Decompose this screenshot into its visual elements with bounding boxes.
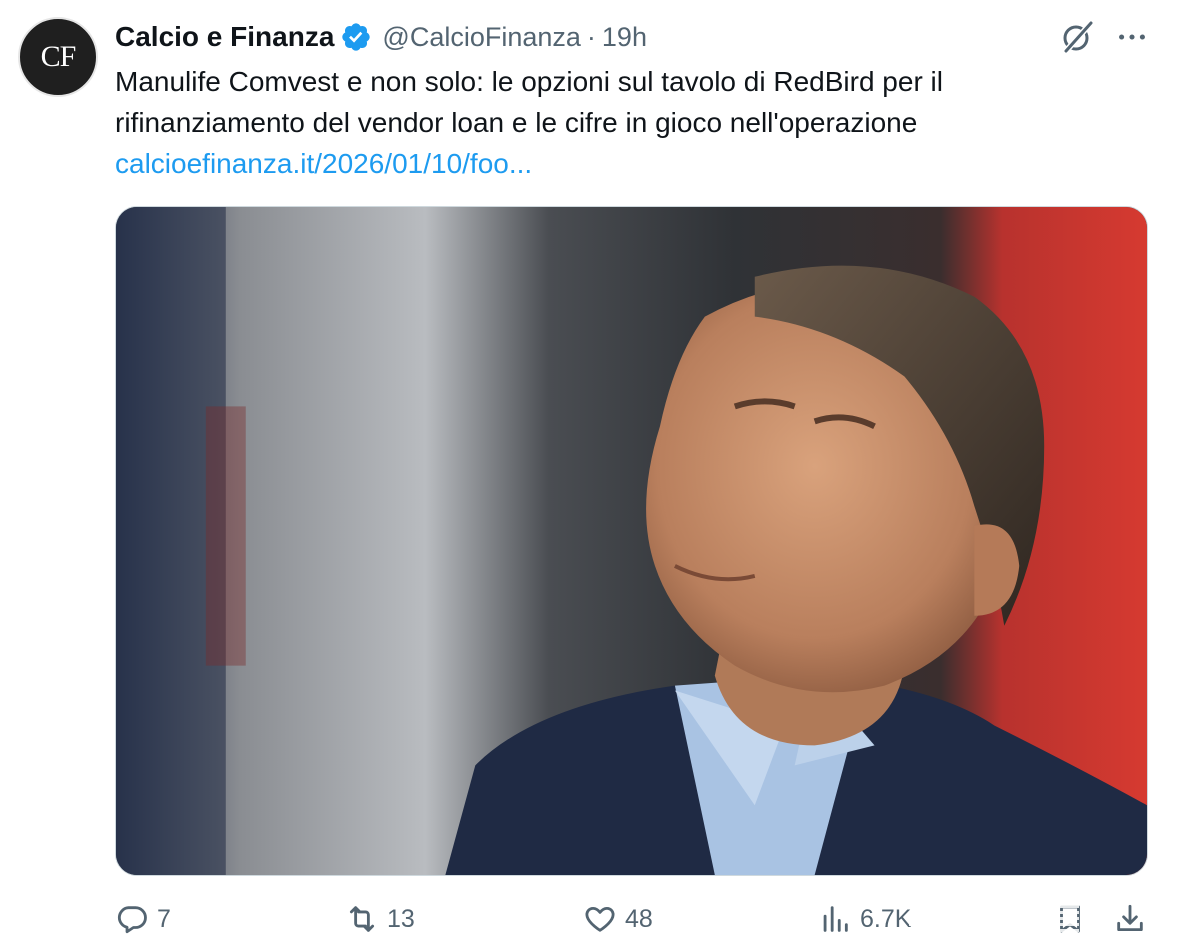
bookmark-icon [1060,905,1080,933]
views-count: 6.7K [860,904,912,933]
like-count: 48 [625,904,653,933]
bookmark-button[interactable] [1053,902,1087,936]
tweet-text: Manulife Comvest e non solo: le opzioni … [115,66,943,138]
repost-icon [349,906,375,932]
tweet-body: Manulife Comvest e non solo: le opzioni … [115,61,1135,184]
verified-badge-icon [342,23,371,51]
views-button[interactable]: 6.7K [818,902,911,936]
tweet-actions: 7 13 48 6.7K [115,896,1155,948]
grok-icon[interactable] [1058,18,1096,56]
user-handle[interactable]: @CalcioFinanza [382,22,581,53]
heart-icon [585,906,615,932]
repost-button[interactable]: 13 [345,902,415,936]
avatar-logo-text: CF [40,40,77,73]
like-button[interactable]: 48 [583,902,653,936]
tweet-link[interactable]: calcioefinanza.it/2026/01/10/foo... [115,143,1135,184]
avatar[interactable]: CF [18,17,98,97]
portrait-photo [116,207,1147,875]
separator-dot: · [586,21,596,52]
display-name[interactable]: Calcio e Finanza [115,21,334,53]
tweet-media-photo[interactable] [115,206,1148,876]
analytics-icon [823,906,848,932]
reply-count: 7 [157,904,171,933]
share-icon [1117,904,1143,932]
repost-count: 13 [387,904,415,933]
more-options-icon[interactable] [1114,18,1150,56]
timestamp[interactable]: 19h [602,22,647,53]
share-button[interactable] [1113,902,1147,936]
tweet-header: Calcio e Finanza @CalcioFinanza · 19h [115,18,647,56]
reply-icon [117,906,147,934]
reply-button[interactable]: 7 [115,902,171,936]
